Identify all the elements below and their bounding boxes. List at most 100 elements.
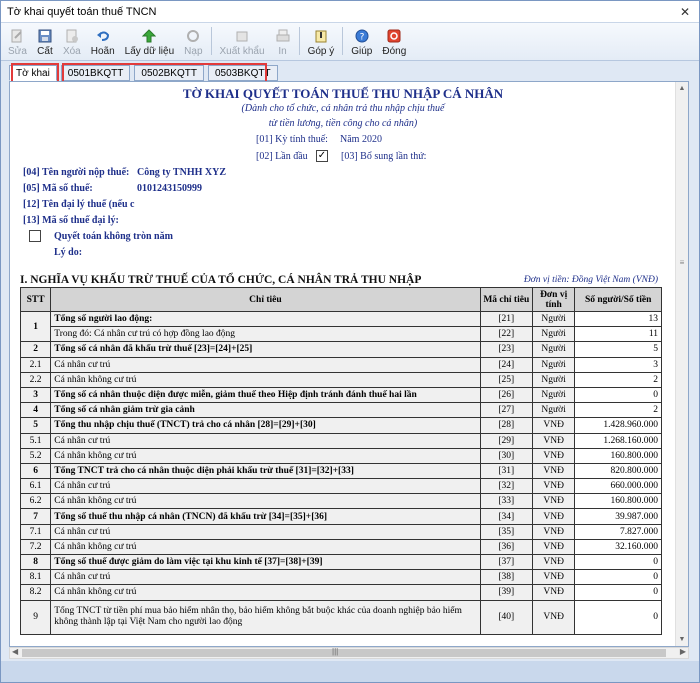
row-stt: 8	[19, 553, 52, 571]
row-code: [26]	[479, 386, 533, 404]
row-code: [33]	[479, 493, 533, 510]
row-value-input[interactable]: 0	[574, 553, 662, 571]
period-label: [01] Kỳ tính thuế:	[256, 134, 328, 145]
table-row: 5.2 Cá nhân không cư trú [30] VNĐ 160.800.00…	[19, 447, 662, 464]
form-subtitle-2: từ tiền lương, tiền công cho cá nhân)	[268, 118, 418, 129]
save-icon	[37, 28, 53, 44]
close-button[interactable]: Đóng	[377, 23, 411, 57]
first-time-checkbox[interactable]: ✓	[316, 150, 328, 162]
edit-button[interactable]: Sửa	[3, 23, 32, 57]
row-indicator: Trong đó: Cá nhân cư trú có hợp đồng lao…	[50, 326, 481, 343]
help-button[interactable]: ? Giúp	[346, 23, 377, 57]
status-bar	[1, 661, 699, 682]
print-button[interactable]: In	[270, 23, 296, 57]
row-value-input[interactable]: 160.800.000	[574, 447, 662, 464]
supplement-label: [03] Bổ sung lần thứ:	[341, 151, 427, 162]
row-value-input[interactable]: 660.000.000	[574, 478, 662, 495]
export-label: Xuất khẩu	[219, 46, 265, 57]
row-value-input[interactable]: 11	[574, 326, 662, 343]
export-icon	[234, 28, 250, 44]
row-unit: Người	[531, 341, 576, 358]
row-stt: 5.1	[19, 432, 52, 449]
row-stt: 2.2	[19, 371, 52, 388]
row-indicator: Tổng TNCT trả cho cá nhân thuộc diện phả…	[50, 462, 481, 480]
row-value-input[interactable]: 39.987.000	[574, 508, 662, 525]
row-value-input[interactable]: 0	[574, 569, 662, 586]
row-value-input[interactable]: 5	[574, 341, 662, 358]
row-value-input[interactable]: 0	[574, 599, 662, 635]
row-code: [32]	[479, 478, 533, 495]
row-value-input[interactable]: 160.800.000	[574, 493, 662, 510]
incomplete-year-checkbox[interactable]	[29, 230, 41, 242]
row-indicator: Cá nhân không cư trú	[50, 538, 481, 556]
row-indicator: Tổng số cá nhân đã khấu trừ thuế [23]=[2…	[50, 341, 481, 358]
table-row: 6.2 Cá nhân không cư trú [33] VNĐ 160.800.00…	[19, 493, 662, 510]
row-value-input[interactable]: 1.268.160.000	[574, 432, 662, 449]
scroll-down-arrow[interactable]: ▼	[676, 633, 688, 646]
header-unit: Đơn vị tính	[531, 287, 576, 312]
tax-agent-name-label: [12] Tên đại lý thuế (nếu c	[23, 199, 135, 210]
horizontal-scrollbar[interactable]: ◀ ||| ▶	[9, 647, 689, 659]
row-value-input[interactable]: 2	[574, 371, 662, 388]
row-value-input[interactable]: 13	[574, 310, 662, 328]
row-unit: Người	[531, 371, 576, 388]
undo-button[interactable]: Hoãn	[86, 23, 120, 57]
row-indicator: Cá nhân không cư trú	[50, 447, 481, 464]
scroll-thumb[interactable]: ≡	[678, 258, 686, 270]
feedback-button[interactable]: Góp ý	[303, 23, 340, 57]
export-button[interactable]: Xuất khẩu	[215, 23, 270, 57]
taxcode-label: [05] Mã số thuế:	[23, 183, 93, 194]
row-unit: VNĐ	[531, 417, 576, 434]
row-code: [34]	[479, 508, 533, 525]
table-row: 5.1 Cá nhân cư trú [29] VNĐ 1.268.160.000	[19, 432, 662, 449]
print-icon	[275, 28, 291, 44]
table-row: 7.2 Cá nhân không cư trú [36] VNĐ 32.160.000	[19, 538, 662, 556]
horizontal-scroll-thumb[interactable]	[22, 649, 666, 657]
table-row: 3 Tổng số cá nhân thuộc diện được miễn, g…	[19, 386, 662, 404]
table-row: Trong đó: Cá nhân cư trú có hợp đồng lao…	[21, 326, 662, 343]
get-data-button[interactable]: Lấy dữ liệu	[120, 23, 180, 57]
delete-button[interactable]: Xóa	[58, 23, 86, 57]
row-stt: 7.2	[19, 538, 52, 556]
taxpayer-label: [04] Tên người nộp thuế:	[23, 167, 130, 178]
close-window-button[interactable]: ✕	[671, 1, 699, 22]
taxcode-value[interactable]: 0101243150999	[137, 183, 202, 194]
row-code: [25]	[479, 371, 533, 388]
row-value-input[interactable]: 2	[574, 402, 662, 419]
row-indicator: Cá nhân không cư trú	[50, 371, 481, 388]
row-unit: VNĐ	[531, 569, 576, 586]
form-subtitle-1: (Dành cho tổ chức, cá nhân trả thu nhập …	[241, 103, 445, 114]
taxpayer-value[interactable]: Công ty TNHH XYZ	[137, 167, 226, 178]
vertical-scrollbar[interactable]: ▲ ≡ ▼	[675, 82, 688, 646]
row-stt: 6	[19, 462, 52, 480]
row-value-input[interactable]: 1.428.960.000	[574, 417, 662, 434]
row-code: [24]	[479, 356, 533, 373]
print-label: In	[278, 46, 287, 57]
row-unit: VNĐ	[531, 523, 576, 540]
row-indicator: Tổng số thuế được giảm do làm việc tại k…	[50, 553, 481, 571]
tax-table: STT Chỉ tiêu Mã chỉ tiêu Đơn vị tính Số …	[19, 287, 662, 635]
scroll-right-arrow[interactable]: ▶	[680, 647, 686, 656]
table-row: 7 Tổng số thuế thu nhập cá nhân (TNCN) đã…	[19, 508, 662, 525]
edit-label: Sửa	[8, 46, 27, 57]
currency-unit-note: Đơn vị tiền: Đồng Việt Nam (VNĐ)	[523, 275, 658, 285]
get-data-label: Lấy dữ liệu	[124, 46, 175, 57]
row-unit: Người	[531, 326, 576, 343]
toolbar-separator	[342, 27, 344, 55]
row-value-input[interactable]: 0	[574, 386, 662, 404]
scroll-up-arrow[interactable]: ▲	[676, 82, 688, 95]
first-time-label: [02] Lần đầu	[256, 151, 308, 162]
row-stt: 9	[19, 599, 52, 635]
row-value-input[interactable]: 0	[574, 584, 662, 601]
row-value-input[interactable]: 32.160.000	[574, 538, 662, 556]
row-value-input[interactable]: 3	[574, 356, 662, 373]
row-value-input[interactable]: 7.827.000	[574, 523, 662, 540]
load-button[interactable]: Nạp	[179, 23, 207, 57]
header-stt: STT	[19, 287, 52, 312]
row-value-input[interactable]: 820.800.000	[574, 462, 662, 480]
row-unit: Người	[531, 386, 576, 404]
row-code: [21]	[479, 310, 533, 328]
row-unit: VNĐ	[531, 447, 576, 464]
scroll-left-arrow[interactable]: ◀	[12, 647, 18, 656]
save-button[interactable]: Cất	[32, 23, 58, 57]
